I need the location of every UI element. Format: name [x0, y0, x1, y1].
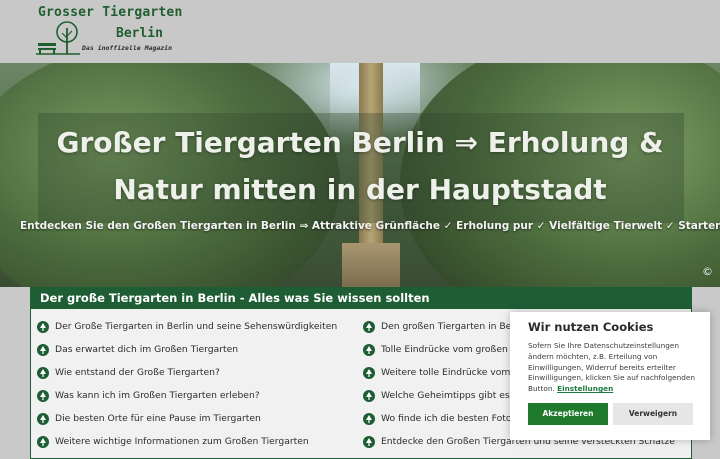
- victory-column-base: [342, 243, 400, 287]
- toc-item-label: Der Große Tiergarten in Berlin und seine…: [55, 321, 338, 332]
- toc-item[interactable]: Was kann ich im Großen Tiergarten erlebe…: [37, 384, 357, 407]
- logo-title-line1: Grosser Tiergarten: [38, 5, 183, 20]
- site-header: Grosser Tiergarten Berlin Das inoffizell…: [0, 0, 720, 63]
- site-logo[interactable]: Grosser Tiergarten Berlin Das inoffizell…: [36, 4, 196, 58]
- logo-title-line2: Berlin: [116, 26, 163, 41]
- tree-icon: [363, 366, 375, 379]
- tree-icon: [363, 343, 375, 356]
- cookie-settings-link[interactable]: Einstellungen: [557, 384, 613, 393]
- cookie-dialog-text: Sofern Sie Ihre Datenschutzeinstellungen…: [528, 341, 700, 395]
- toc-item[interactable]: Das erwartet dich im Großen Tiergarten: [37, 338, 357, 361]
- toc-item-label: Die besten Orte für eine Pause im Tierga…: [55, 413, 261, 424]
- tree-icon: [363, 435, 375, 448]
- toc-item-label: Das erwartet dich im Großen Tiergarten: [55, 344, 239, 355]
- toc-item-label: Was kann ich im Großen Tiergarten erlebe…: [55, 390, 260, 401]
- toc-item[interactable]: Die besten Orte für eine Pause im Tierga…: [37, 407, 357, 430]
- cookie-consent-dialog: Wir nutzen Cookies Sofern Sie Ihre Daten…: [510, 312, 710, 440]
- image-copyright[interactable]: ©: [702, 265, 713, 278]
- hero-banner: Großer Tiergarten Berlin ⇒ Erholung & Na…: [0, 63, 720, 287]
- logo-tagline: Das inoffizelle Magazin: [82, 44, 173, 52]
- tree-icon: [363, 320, 375, 333]
- toc-item-label: Weitere wichtige Informationen zum Große…: [55, 436, 309, 447]
- toc-item[interactable]: Wie entstand der Große Tiergarten?: [37, 361, 357, 384]
- page-title: Großer Tiergarten Berlin ⇒ Erholung & Na…: [56, 126, 664, 206]
- tree-icon: [37, 343, 49, 356]
- accept-cookies-button[interactable]: Akzeptieren: [528, 403, 608, 425]
- tree-icon: [37, 320, 49, 333]
- tree-icon: [37, 412, 49, 425]
- tree-icon: [363, 389, 375, 402]
- toc-heading: Der große Tiergarten in Berlin - Alles w…: [31, 288, 691, 309]
- tree-icon: [37, 435, 49, 448]
- cookie-dialog-title: Wir nutzen Cookies: [528, 320, 654, 334]
- toc-column-left: Der Große Tiergarten in Berlin und seine…: [37, 315, 357, 453]
- tree-bench-icon: [36, 21, 80, 55]
- tree-icon: [37, 389, 49, 402]
- tree-icon: [363, 412, 375, 425]
- page-subtitle: Entdecken Sie den Großen Tiergarten in B…: [20, 220, 720, 232]
- toc-item-label: Wie entstand der Große Tiergarten?: [55, 367, 220, 378]
- reject-cookies-button[interactable]: Verweigern: [613, 403, 693, 425]
- toc-item[interactable]: Der Große Tiergarten in Berlin und seine…: [37, 315, 357, 338]
- tree-icon: [37, 366, 49, 379]
